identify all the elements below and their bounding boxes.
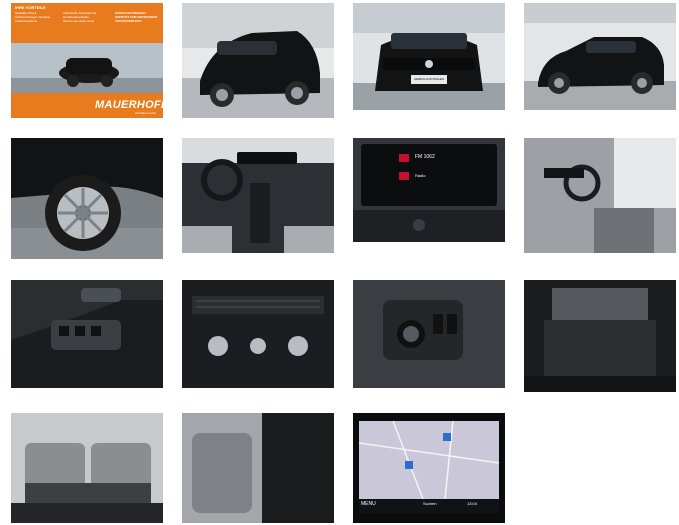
photo-navigation-map[interactable]: MENU Suchen 13:04 [353, 413, 505, 523]
promo-left-list: Qualitäts-Check Gebrauchtwagen-Garantie … [15, 11, 50, 23]
nav-menu-label: MENU [361, 501, 376, 507]
promo-ribbon-line: VON MAUERHOFF [115, 19, 142, 23]
light-switch-image [353, 280, 505, 388]
trunk-image [524, 280, 676, 392]
promo-right-item: Service aus einer Hand [63, 19, 95, 23]
dashboard-image [182, 138, 334, 253]
promo-left-item: Inzahlungnahme [15, 19, 38, 23]
nav-time: 13:04 [467, 501, 478, 506]
photo-rear-seats[interactable] [11, 413, 163, 523]
photo-door-window-switches[interactable] [11, 280, 163, 388]
promo-right-list: Individuelle Finanzierung Großkundenraba… [63, 11, 96, 23]
front-view-image [353, 3, 505, 110]
photo-rear-three-quarter[interactable] [182, 3, 334, 118]
photo-infotainment-screen[interactable]: FM 1062 Radio [353, 138, 505, 242]
mauerhoff-logo: MAUERHOFF [95, 99, 163, 111]
photo-exterior-dealer-promo[interactable]: IHRE VORTEILE Qualitäts-Check Gebrauchtw… [11, 3, 163, 118]
photo-trunk-cargo[interactable] [524, 280, 676, 392]
promo-vorteile-heading: IHRE VORTEILE [15, 5, 46, 10]
rear-three-quarter-image [182, 3, 334, 118]
photo-driver-door-interior[interactable] [524, 138, 676, 253]
photo-front-seat-side[interactable] [182, 413, 334, 523]
promo-ribbon: GEBRAUCHTWAGEN GEPRÜFT UND ZERTIFIZIERT … [115, 11, 158, 23]
door-switches-image [11, 280, 163, 388]
photo-climate-controls[interactable] [182, 280, 334, 388]
plate-label: GEBRAUCHTWAGEN [411, 75, 447, 84]
climate-controls-image [182, 280, 334, 388]
mauerhoff-slogan: wir lieben Autos [135, 111, 157, 115]
radio-label: Radio [415, 173, 426, 178]
driver-interior-image [524, 138, 676, 253]
photo-dashboard-cockpit[interactable] [182, 138, 334, 253]
photo-side-profile[interactable] [524, 3, 676, 110]
photo-front-view[interactable]: GEBRAUCHTWAGEN [353, 3, 505, 110]
photo-wheel-detail[interactable] [11, 138, 163, 259]
nav-search-label: Suchen [423, 501, 437, 506]
rear-seats-image [11, 413, 163, 523]
front-seat-image [182, 413, 334, 523]
side-profile-image [524, 3, 676, 110]
wheel-detail-image [11, 138, 163, 259]
radio-station: FM 1062 [415, 154, 435, 160]
photo-light-switch-panel[interactable] [353, 280, 505, 388]
